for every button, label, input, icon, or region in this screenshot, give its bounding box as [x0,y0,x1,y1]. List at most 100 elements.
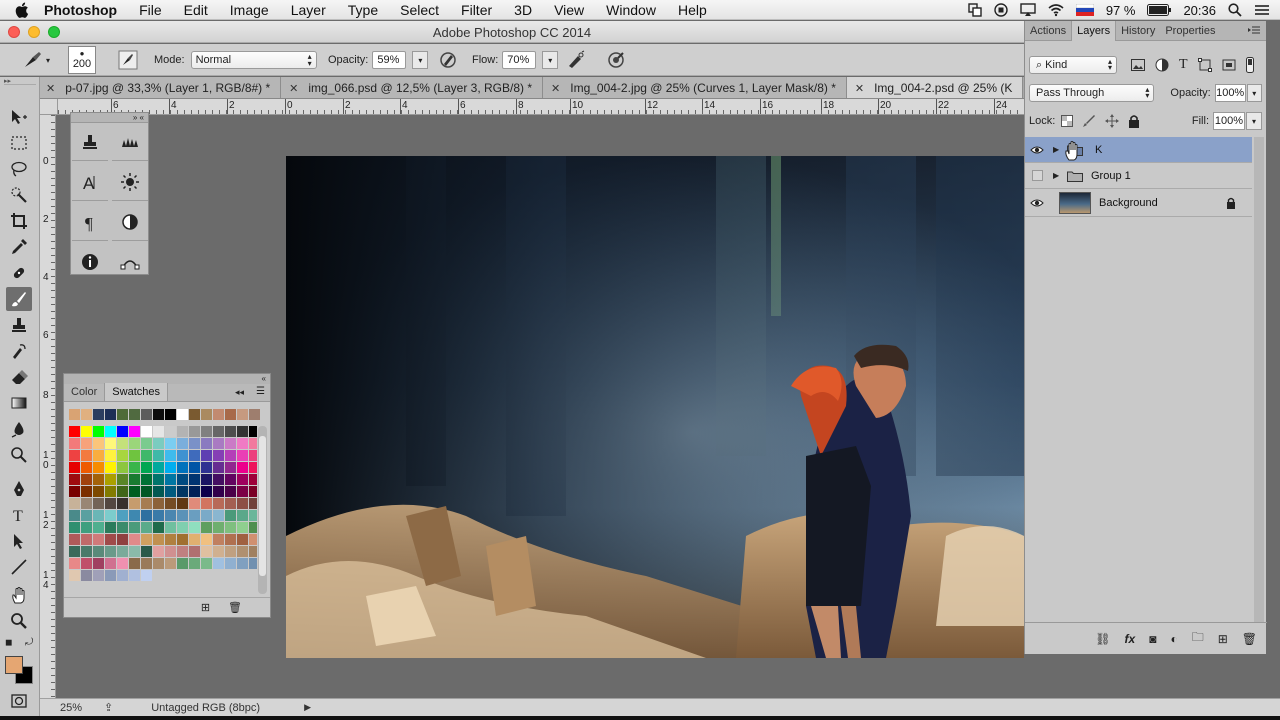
swatch[interactable] [201,426,212,437]
swatch[interactable] [69,498,80,509]
recent-swatch[interactable] [117,409,128,420]
swatch[interactable] [129,546,140,557]
layer-opacity-field[interactable]: 100% [1214,84,1246,102]
swatch[interactable] [69,534,80,545]
swatch[interactable] [213,426,224,437]
swatch[interactable] [69,546,80,557]
swatch[interactable] [129,486,140,497]
hand-tool[interactable] [6,583,32,607]
swatch[interactable] [69,438,80,449]
tab-properties[interactable]: Properties [1160,21,1220,41]
swatch[interactable] [177,450,188,461]
swatch[interactable] [93,486,104,497]
flag-icon[interactable] [1075,4,1094,16]
recent-swatch[interactable] [201,409,212,420]
swatch[interactable] [117,438,128,449]
swatch[interactable] [117,534,128,545]
share-icon[interactable]: ⇪ [104,701,113,714]
swatch[interactable] [225,498,236,509]
default-colors-icon[interactable]: ◼ [5,637,12,648]
swatch[interactable] [117,450,128,461]
lock-image-brush-icon[interactable] [1082,114,1096,128]
swatch[interactable] [105,426,116,437]
swatch[interactable] [189,546,200,557]
layer-row-background[interactable]: Background [1025,189,1252,217]
swatch[interactable] [213,462,224,473]
layers-scrollbar[interactable] [1254,137,1264,622]
paragraph-panel-button[interactable]: ¶ [72,203,108,241]
swatch[interactable] [189,534,200,545]
brush-size-picker[interactable]: ● 200 [68,44,96,76]
swatch[interactable] [189,474,200,485]
visibility-toggle[interactable] [1025,198,1049,208]
swatch[interactable] [117,522,128,533]
swatch[interactable] [69,426,80,437]
doc-profile[interactable]: Untagged RGB (8bpc) [151,702,260,714]
menu-filter[interactable]: Filter [450,2,503,18]
swatch[interactable] [69,486,80,497]
swatch[interactable] [189,486,200,497]
swatch[interactable] [201,450,212,461]
swatch[interactable] [237,486,248,497]
filter-kind-select[interactable]: ⌕ Kind ▴ ▾ [1029,56,1117,74]
menu-select[interactable]: Select [389,2,450,18]
eyedropper-tool[interactable] [6,235,32,259]
recent-swatch[interactable] [81,409,92,420]
swatch[interactable] [153,450,164,461]
fx-icon[interactable]: fx [1125,632,1136,646]
swatch[interactable] [93,546,104,557]
brush-panel-toggle[interactable] [118,44,138,76]
recent-swatch[interactable] [141,409,152,420]
swatch[interactable] [225,534,236,545]
recent-swatch[interactable] [69,409,80,420]
doc-tab-img-004-2-jpg[interactable]: ✕ Img_004-2.jpg @ 25% (Curves 1, Layer Ma… [543,77,847,98]
swatch[interactable] [225,558,236,569]
swatch[interactable] [165,510,176,521]
resize-icon[interactable] [968,3,982,17]
blur-tool[interactable] [6,417,32,441]
swatch[interactable] [249,558,257,569]
delete-layer-icon[interactable]: 🗑 [1242,632,1257,646]
swatch[interactable] [69,462,80,473]
menu-file[interactable]: File [128,2,173,18]
recent-swatch[interactable] [213,409,224,420]
swatch[interactable] [93,498,104,509]
swatch[interactable] [93,558,104,569]
swatch[interactable] [177,510,188,521]
doc-tab-p-07[interactable]: ✕ p-07.jpg @ 33,3% (Layer 1, RGB/8#) * [40,77,282,98]
add-mask-icon[interactable]: ◙ [1149,632,1156,646]
eraser-tool[interactable] [6,365,32,389]
pressure-size-button[interactable] [606,44,626,76]
swatch[interactable] [225,462,236,473]
opacity-field[interactable]: 59% [372,51,407,69]
new-group-icon[interactable]: 🗀 [1192,628,1204,649]
tab-actions[interactable]: Actions [1025,21,1071,41]
swatch[interactable] [69,474,80,485]
swatch[interactable] [105,474,116,485]
swatch[interactable] [177,438,188,449]
swatch[interactable] [225,486,236,497]
swatch[interactable] [249,462,257,473]
swatch[interactable] [105,570,116,581]
filter-adjustment-icon[interactable] [1155,58,1169,72]
swatch[interactable] [225,522,236,533]
swatch[interactable] [117,426,128,437]
filter-type-icon[interactable]: T [1179,57,1188,73]
panel-menu-icon[interactable]: ☰ [256,386,265,397]
swatch[interactable] [129,438,140,449]
brush-tool[interactable] [6,287,32,311]
character-panel-button[interactable]: A [72,163,108,201]
swatch[interactable] [93,570,104,581]
swatch[interactable] [141,450,152,461]
swatch[interactable] [129,570,140,581]
scrollbar-thumb[interactable] [259,436,266,576]
swatch[interactable] [237,534,248,545]
swatch[interactable] [93,426,104,437]
swatch[interactable] [225,510,236,521]
swatch[interactable] [117,558,128,569]
swatch[interactable] [69,570,80,581]
swatch[interactable] [93,450,104,461]
swatch[interactable] [237,474,248,485]
layer-row-group-1[interactable]: ▶ Group 1 [1025,163,1252,189]
swatch[interactable] [237,558,248,569]
